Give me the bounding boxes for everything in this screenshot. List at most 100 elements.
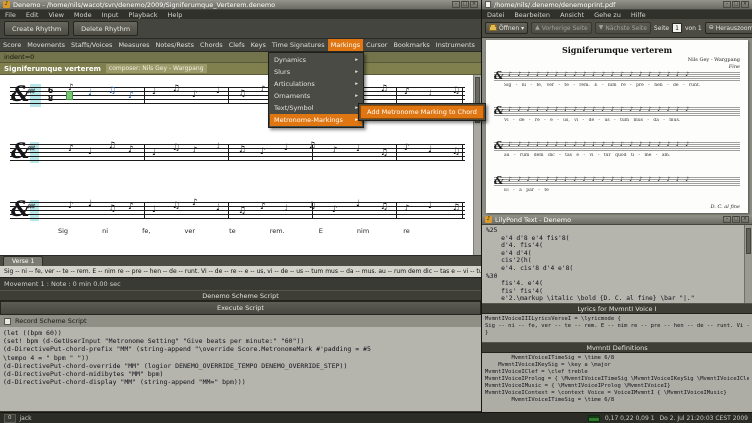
delete-rhythm-button[interactable]: Delete Rhythm: [73, 21, 139, 36]
note-icon[interactable]: ♫: [108, 87, 116, 96]
open-button[interactable]: Öffnen ▾: [485, 22, 529, 34]
menu-time-signatures[interactable]: Time Signatures: [269, 39, 328, 51]
menu-item-ornaments[interactable]: Ornaments ▸: [270, 90, 362, 102]
menu-item-text-symbol[interactable]: Text/Symbol ▸: [270, 102, 362, 114]
menu-clefs[interactable]: Clefs: [226, 39, 248, 51]
note-icon[interactable]: ♫: [108, 205, 116, 214]
page-number-input[interactable]: 1: [672, 23, 682, 33]
menu-help[interactable]: Help: [163, 10, 188, 19]
menu-gehe-zu[interactable]: Gehe zu: [589, 10, 626, 19]
lilypond-titlebar[interactable]: ♪ LilyPond Text - Denemo – □ ×: [482, 215, 752, 225]
menu-markings[interactable]: Markings: [327, 39, 364, 51]
tab-verse-1[interactable]: Verse 1: [3, 256, 44, 266]
note-icon[interactable]: ♫: [238, 146, 246, 155]
note-icon[interactable]: ♪: [260, 86, 266, 95]
menu-bearbeiten[interactable]: Bearbeiten: [509, 10, 555, 19]
execute-script-button[interactable]: Execute Script: [0, 301, 481, 315]
menu-score[interactable]: Score: [0, 39, 24, 51]
pdf-view-area[interactable]: Signiferumque verterem Nils Gey - Wargpa…: [482, 38, 752, 215]
note-icon[interactable]: ♩: [152, 149, 156, 158]
score-scrollbar[interactable]: [473, 75, 481, 255]
note-icon[interactable]: ♫: [380, 203, 388, 212]
note-icon[interactable]: ♩: [216, 204, 220, 213]
note-icon[interactable]: ♫: [172, 202, 180, 211]
workspace-indicator[interactable]: 0: [4, 413, 16, 423]
menu-movements[interactable]: Movements: [24, 39, 68, 51]
menu-keys[interactable]: Keys: [248, 39, 269, 51]
menu-ansicht[interactable]: Ansicht: [555, 10, 589, 19]
menu-bookmarks[interactable]: Bookmarks: [390, 39, 432, 51]
note-icon[interactable]: ♪: [260, 148, 266, 157]
note-icon[interactable]: ♩: [88, 89, 92, 98]
note-icon[interactable]: ♪: [68, 145, 74, 154]
menu-item-articulations[interactable]: Articulations ▸: [270, 78, 362, 90]
menu-cursor[interactable]: Cursor: [363, 39, 390, 51]
scheme-script-header[interactable]: Denemo Scheme Script: [0, 290, 481, 301]
lyrics-pane-editor[interactable]: MvmntIVoiceIIILyricsVerseI = \lyricmode …: [482, 314, 752, 342]
note-icon[interactable]: ♩: [284, 144, 288, 153]
lyrics-editor[interactable]: Sig -- ni -- fe, ver -- te -- rem. E -- …: [0, 266, 481, 277]
menu-edit[interactable]: Edit: [21, 10, 44, 19]
note-icon[interactable]: ♪: [404, 88, 410, 97]
note-icon[interactable]: ♩: [428, 202, 432, 211]
record-checkbox[interactable]: [4, 317, 11, 325]
minimize-button[interactable]: –: [723, 216, 731, 223]
zoom-out-button[interactable]: ⊖ Herauszoomen: [704, 22, 752, 34]
note-icon[interactable]: ♪: [128, 146, 134, 155]
note-icon[interactable]: ♪: [68, 202, 74, 211]
scrollbar-thumb[interactable]: [746, 228, 751, 254]
staff-system-2[interactable]: & ♯♯♯ ♪ ♩ ♫ ♪ ♩ ♫ ♪ ♩ ♫ ♪ ♩ ♫ ♪ ♩ ♫ ♪ ♩ …: [10, 140, 465, 163]
note-icon[interactable]: ♫: [238, 90, 246, 99]
note-icon[interactable]: ♪: [192, 147, 198, 156]
note-icon[interactable]: ♪: [332, 206, 338, 215]
scheme-script-editor[interactable]: (let ((bpm 60)) (set! bpm (d-GetUserInpu…: [0, 327, 481, 411]
maximize-button[interactable]: □: [732, 216, 740, 223]
note-icon[interactable]: ♫: [452, 204, 460, 213]
menu-instruments[interactable]: Instruments: [433, 39, 478, 51]
note-icon[interactable]: ♩: [88, 148, 92, 157]
definitions-pane-header[interactable]: MvmntI Definitions: [482, 342, 752, 353]
note-icon[interactable]: ♪: [404, 144, 410, 153]
note-icon[interactable]: ♫: [380, 149, 388, 158]
note-icon[interactable]: ♫: [108, 142, 116, 151]
note-icon[interactable]: ♫: [380, 85, 388, 94]
staff-system-3[interactable]: & ♯♯♯ ♪ ♩ ♫ ♪ ♩ ♫ ♪ ♩ ♫ ♪ ♩ ♫ ♪ ♩ ♫ ♪ ♩ …: [10, 198, 465, 221]
note-icon[interactable]: ♫: [172, 144, 180, 153]
note-icon[interactable]: ♪: [404, 205, 410, 214]
menu-file[interactable]: File: [0, 10, 21, 19]
note-icon[interactable]: ♪: [128, 92, 134, 101]
note-icon[interactable]: ♪: [128, 203, 134, 212]
close-button[interactable]: ×: [470, 1, 478, 8]
note-icon[interactable]: ♩: [284, 205, 288, 214]
note-icon[interactable]: ♫: [238, 207, 246, 216]
denemo-titlebar[interactable]: ♪ Denemo - /home/nils/wacot/svn/denemo/2…: [0, 0, 481, 10]
note-icon[interactable]: ♪: [68, 84, 74, 93]
menu-mode[interactable]: Mode: [69, 10, 97, 19]
menu-playback[interactable]: Playback: [123, 10, 162, 19]
create-rhythm-button[interactable]: Create Rhythm: [4, 21, 70, 36]
note-icon[interactable]: ♫: [452, 87, 460, 96]
menu-view[interactable]: View: [43, 10, 68, 19]
lilypond-text-editor[interactable]: %25 e'4 d'8 e'4 fis'8( d'4. fis'4( e'4 d…: [482, 225, 752, 303]
maximize-button[interactable]: □: [461, 1, 469, 8]
note-icon[interactable]: ♪: [260, 203, 266, 212]
maximize-button[interactable]: □: [732, 1, 740, 8]
menu-hilfe[interactable]: Hilfe: [626, 10, 651, 19]
next-page-button[interactable]: ▼ Nächste Seite: [594, 22, 651, 34]
minimize-button[interactable]: –: [452, 1, 460, 8]
close-button[interactable]: ×: [741, 1, 749, 8]
note-icon[interactable]: ♫: [452, 148, 460, 157]
note-icon[interactable]: ♩: [216, 143, 220, 152]
note-icon[interactable]: ♪: [332, 147, 338, 156]
menu-item-add-metronome-marking[interactable]: Add Metronome Marking to Chord: [360, 105, 484, 119]
lyrics-pane-header[interactable]: Lyrics for MvmntI Voice I: [482, 303, 752, 314]
score-canvas[interactable]: & ♯♯♯ 6 8 ♪ ♩ ♫ ♪ ♩ ♫ ♪ ♩ ♫ ♪ ♩ ♫ ♪ ♩ ♫: [0, 75, 481, 255]
menu-item-slurs[interactable]: Slurs ▸: [270, 66, 362, 78]
note-icon[interactable]: ♩: [356, 145, 360, 154]
definitions-pane-editor[interactable]: MvmntIVoiceITimeSig = \time 6/8 MvmntIVo…: [482, 353, 752, 412]
note-icon[interactable]: ♩: [216, 87, 220, 96]
note-icon[interactable]: ♩: [428, 146, 432, 155]
note-icon[interactable]: ♩: [88, 200, 92, 209]
menu-item-metronome-markings[interactable]: Metronome-Markings ▸: [270, 114, 362, 126]
menu-notes-rests[interactable]: Notes/Rests: [152, 39, 197, 51]
